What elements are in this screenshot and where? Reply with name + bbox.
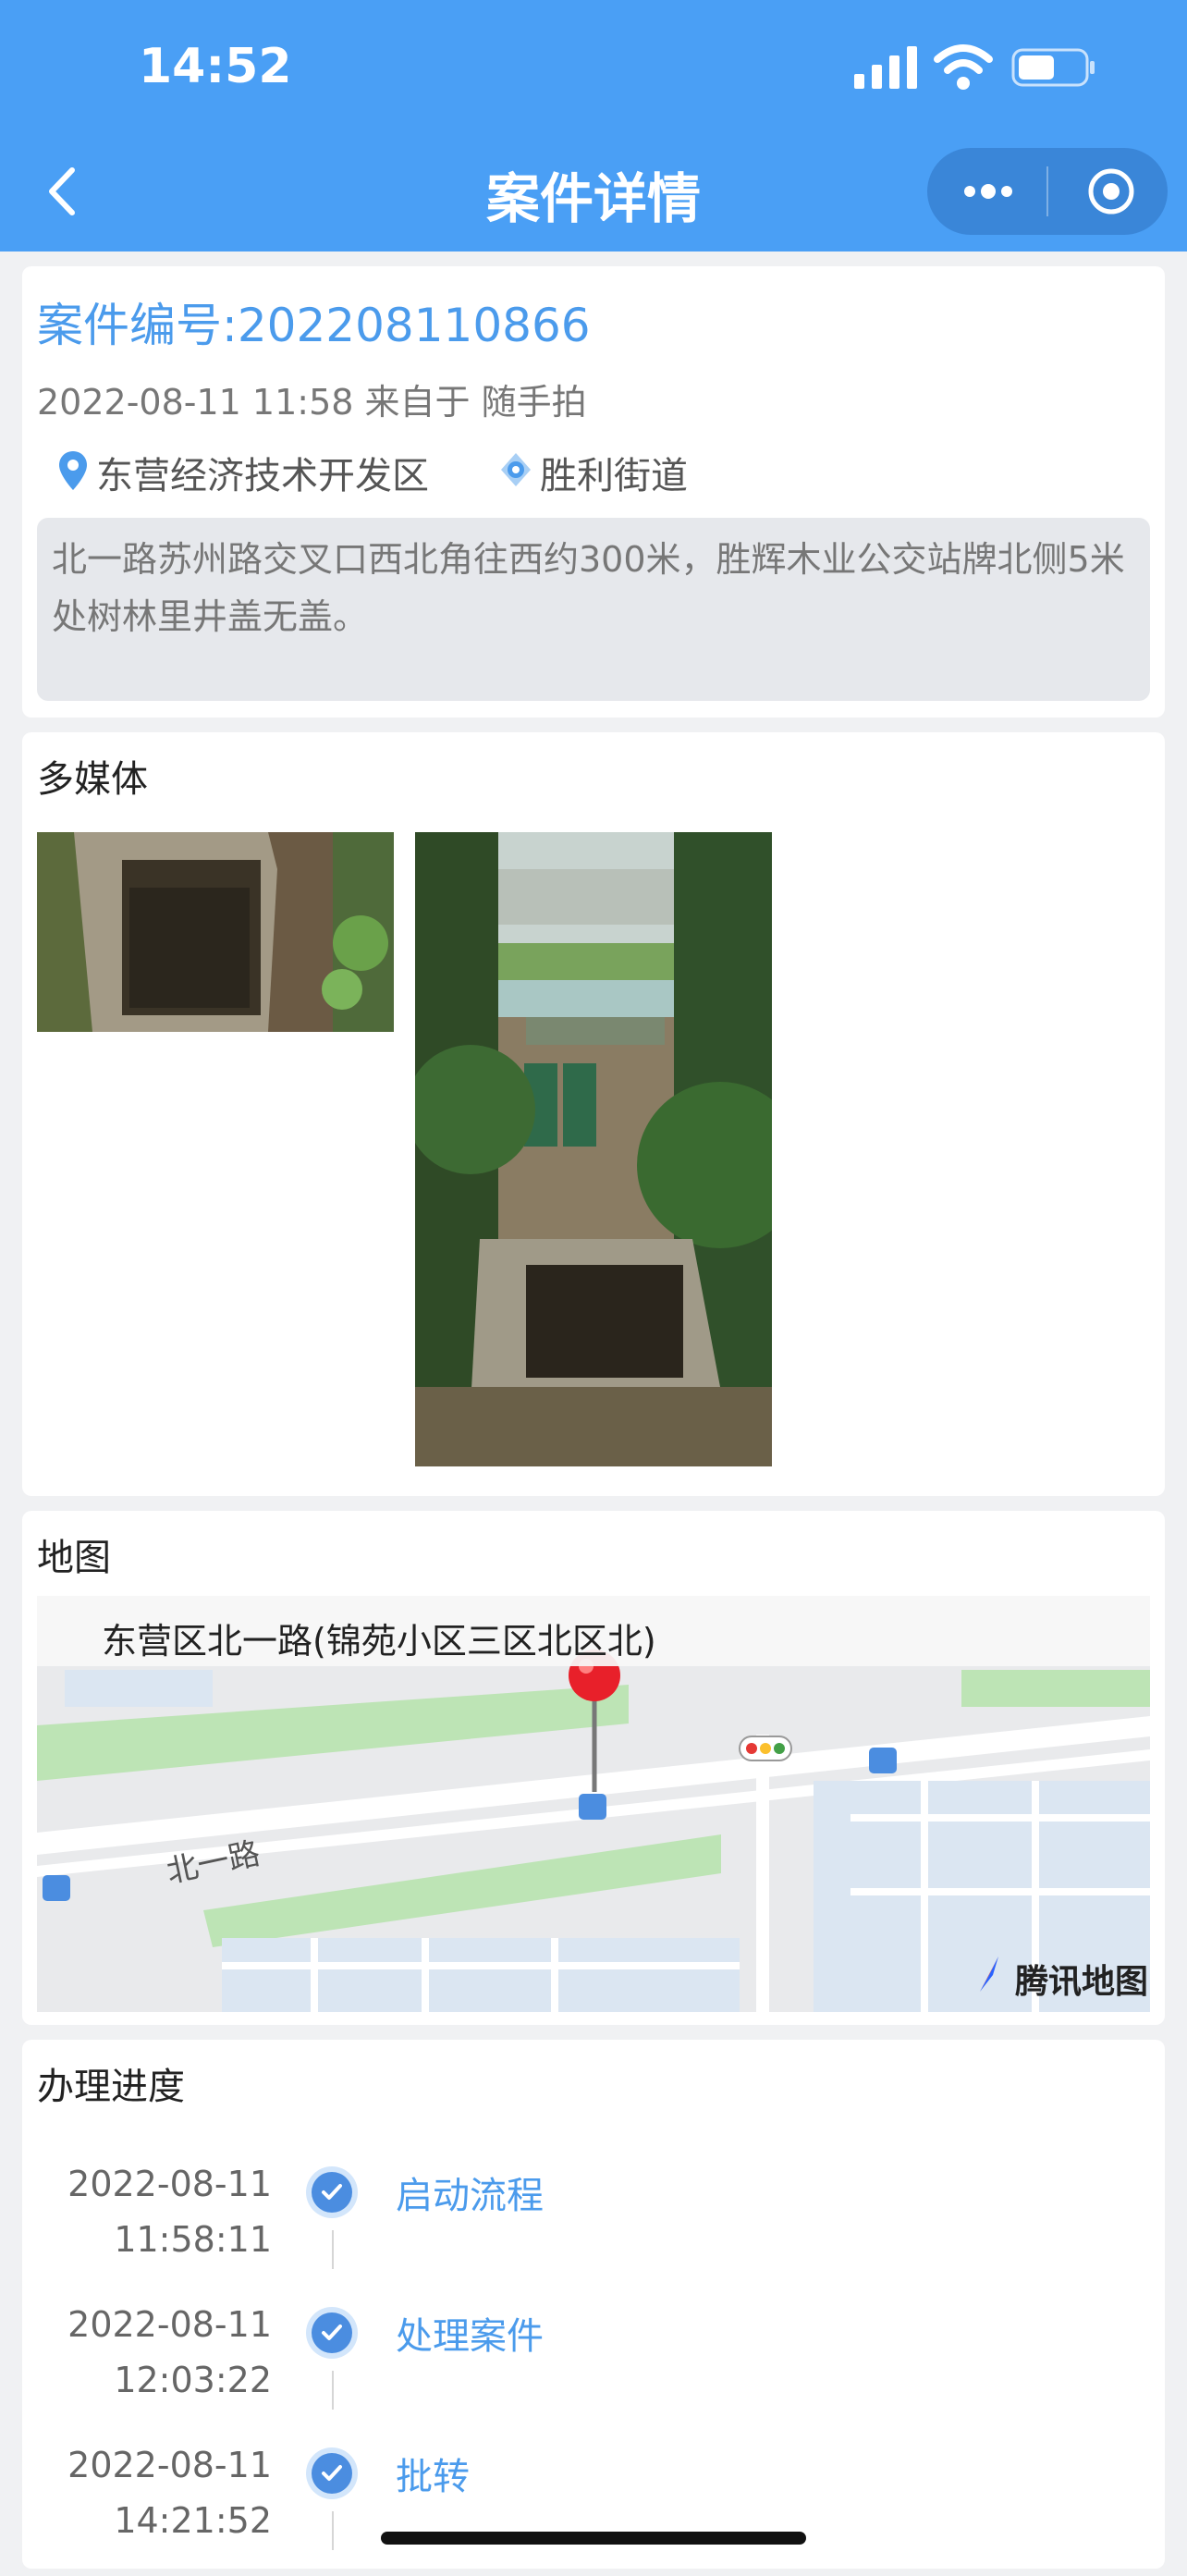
check-circle-icon xyxy=(306,2307,358,2359)
step-time: 11:58:11 xyxy=(114,2219,272,2260)
close-mini-program-button[interactable] xyxy=(1048,148,1168,235)
battery-icon xyxy=(1011,48,1095,87)
cellular-signal-icon xyxy=(854,46,917,89)
map-provider-name: 腾讯地图 xyxy=(1015,1963,1149,2001)
mini-program-capsule xyxy=(927,148,1168,235)
top-bar: 14:52 案件详情 xyxy=(0,0,1187,251)
case-description: 北一路苏州路交叉口西北角往西约300米，胜辉木业公交站牌北侧5米处树林里井盖无盖… xyxy=(37,518,1150,701)
map-address: 东营区北一路(锦苑小区三区北区北) xyxy=(102,1621,656,1662)
target-location-icon xyxy=(501,453,531,486)
step-datetime: 2022-08-11 11:58:11 xyxy=(22,2156,272,2267)
map-card: 地图 东营区北一路(锦苑小区三区北区北) 北一路 腾讯地图 xyxy=(22,1511,1165,2025)
step-datetime: 2022-08-11 12:03:22 xyxy=(22,2297,272,2408)
check-circle-icon xyxy=(306,2447,358,2499)
step-name: 批转 xyxy=(396,2456,470,2498)
step-time: 14:21:52 xyxy=(114,2500,272,2541)
step-datetime: 2022-08-11 14:21:52 xyxy=(22,2437,272,2548)
step-date: 2022-08-11 xyxy=(67,2304,272,2345)
street-name: 胜利街道 xyxy=(540,455,688,497)
more-options-button[interactable] xyxy=(927,148,1046,235)
progress-section-title: 办理进度 xyxy=(37,2066,185,2108)
case-number: 案件编号:202208110866 xyxy=(37,299,591,352)
step-time: 12:03:22 xyxy=(114,2360,272,2400)
compass-icon xyxy=(980,1957,998,1992)
case-meta: 2022-08-11 11:58 来自于 随手拍 xyxy=(37,382,587,423)
progress-card: 办理进度 2022-08-11 11:58:11 启动流程 2022-08-11… xyxy=(22,2040,1165,2569)
step-date: 2022-08-11 xyxy=(67,2445,272,2485)
step-date: 2022-08-11 xyxy=(67,2164,272,2204)
step-connector xyxy=(332,2371,334,2410)
map-address-bar: 东营区北一路(锦苑小区三区北区北) xyxy=(37,1596,1150,1666)
map-view[interactable]: 东营区北一路(锦苑小区三区北区北) 北一路 腾讯地图 xyxy=(37,1596,1150,2012)
case-photo-2[interactable] xyxy=(415,832,772,1466)
wifi-icon xyxy=(934,44,993,90)
check-circle-icon xyxy=(306,2166,358,2218)
district-name: 东营经济技术开发区 xyxy=(96,455,429,497)
case-info-card: 案件编号:202208110866 2022-08-11 11:58 来自于 随… xyxy=(22,266,1165,718)
media-card: 多媒体 xyxy=(22,732,1165,1496)
status-time: 14:52 xyxy=(139,39,292,94)
progress-step: 2022-08-11 11:58:11 启动流程 xyxy=(22,2156,1165,2295)
case-photo-1[interactable] xyxy=(37,832,394,1032)
step-connector xyxy=(332,2511,334,2550)
step-name: 处理案件 xyxy=(396,2315,544,2358)
map-section-title: 地图 xyxy=(37,1537,111,1579)
step-name: 启动流程 xyxy=(396,2175,544,2217)
location-pin-icon xyxy=(59,451,87,490)
progress-step: 2022-08-11 12:03:22 处理案件 xyxy=(22,2297,1165,2435)
step-connector xyxy=(332,2230,334,2269)
progress-step: 2022-08-11 14:21:52 批转 xyxy=(22,2437,1165,2576)
home-indicator[interactable] xyxy=(381,2532,806,2545)
media-section-title: 多媒体 xyxy=(37,758,148,801)
